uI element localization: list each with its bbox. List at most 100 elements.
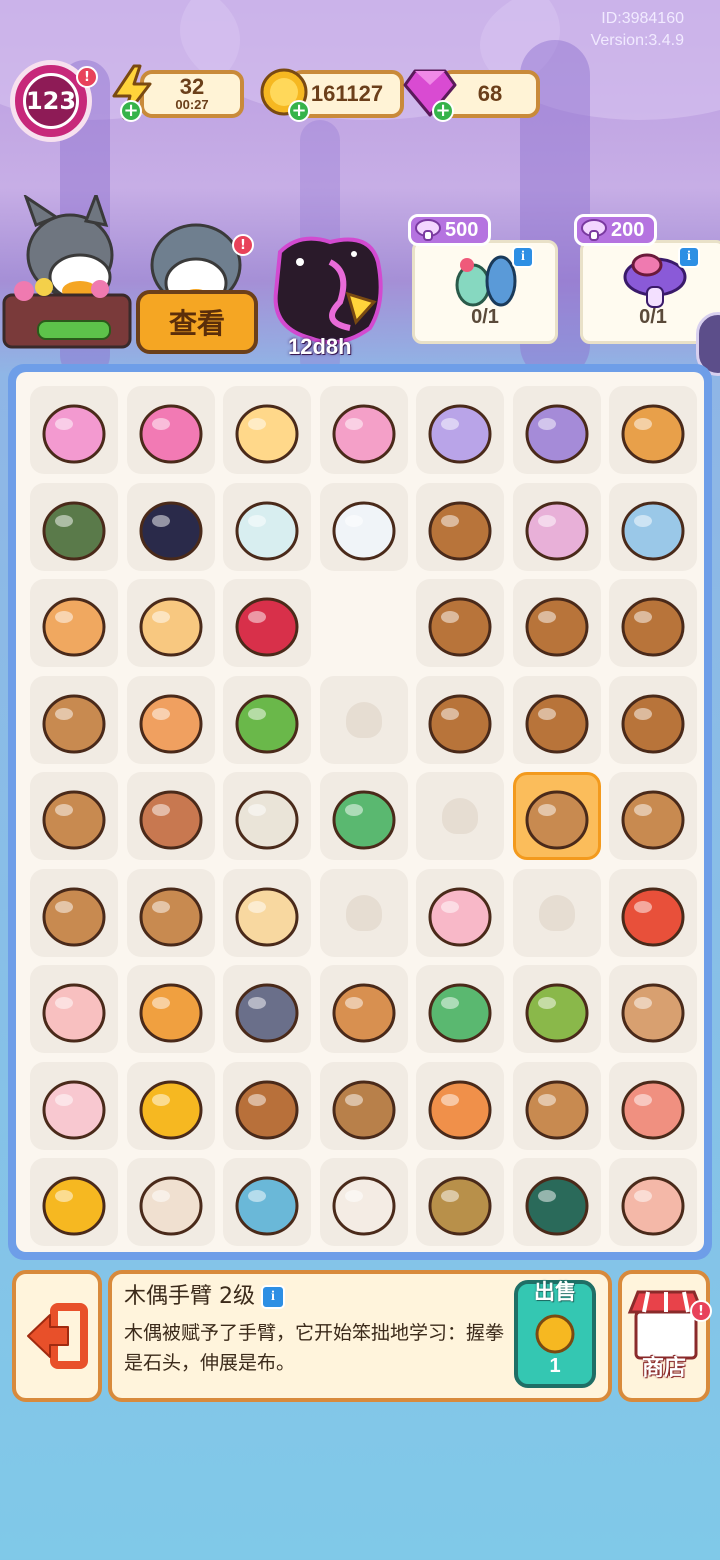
board-cell[interactable]	[223, 675, 311, 764]
board-cell[interactable]	[30, 1061, 118, 1150]
sweet-pancake-icon	[139, 597, 202, 657]
board-cell[interactable]	[223, 868, 311, 957]
board-cell[interactable]	[126, 1061, 215, 1150]
board-cell[interactable]	[319, 965, 408, 1053]
board-cell[interactable]	[609, 1158, 697, 1246]
board-cell[interactable]	[609, 965, 697, 1053]
duck-pink-dress-icon	[139, 404, 202, 464]
board-cell[interactable]	[416, 482, 504, 571]
board-cell[interactable]	[126, 868, 215, 957]
raccoon-bandit-icon	[235, 983, 299, 1043]
board-cell[interactable]	[319, 1061, 408, 1150]
board-cell[interactable]	[319, 675, 408, 764]
board-cell[interactable]	[126, 579, 215, 667]
board-cell[interactable]	[223, 1158, 311, 1246]
board-cell[interactable]	[126, 965, 215, 1053]
board-cell[interactable]	[126, 675, 215, 764]
wood-puppet-icon	[139, 887, 202, 946]
shop-button[interactable]	[618, 1270, 710, 1402]
shop-label: 商店	[641, 1356, 686, 1381]
board-cell[interactable]	[319, 386, 408, 474]
board-cell[interactable]	[609, 868, 697, 957]
board-cell[interactable]	[319, 868, 408, 957]
board-cell[interactable]	[126, 1158, 215, 1246]
board-cell[interactable]	[609, 386, 697, 474]
board-cell[interactable]	[512, 1061, 601, 1150]
wood-logs-icon	[621, 983, 685, 1043]
board-cell[interactable]	[416, 965, 504, 1053]
board-cell[interactable]	[30, 1158, 118, 1246]
board-cell[interactable]	[512, 675, 601, 764]
board-cell[interactable]	[223, 386, 311, 474]
board-cell[interactable]	[512, 386, 601, 474]
quest-info-icon-2[interactable]: i	[678, 246, 700, 268]
board-cell[interactable]	[126, 386, 215, 474]
board-cell[interactable]	[416, 868, 504, 957]
item-title: 木偶手臂 2级	[124, 1284, 255, 1309]
mushroom-icon	[415, 219, 441, 241]
board-cell[interactable]	[512, 1158, 601, 1246]
view-button[interactable]: 查看	[136, 290, 258, 354]
board-cell[interactable]	[512, 965, 601, 1053]
board-cell[interactable]	[320, 579, 408, 667]
board-cell[interactable]	[319, 482, 408, 571]
board-cell[interactable]	[30, 868, 118, 957]
board-cell[interactable]	[416, 386, 504, 474]
orange-mushroom-bush-icon	[428, 1080, 492, 1139]
puppet-stage-icon	[525, 694, 588, 753]
board-grid	[16, 372, 704, 1252]
event-card[interactable]	[270, 232, 386, 350]
board-cell[interactable]	[223, 482, 311, 571]
board-cell[interactable]	[319, 772, 408, 860]
board-cell[interactable]	[416, 772, 504, 860]
quest-card-1[interactable]: 0/1	[412, 240, 558, 344]
board-cell[interactable]	[223, 965, 311, 1053]
quest-cost-value-1: 500	[445, 218, 479, 241]
board-cell[interactable]	[416, 1061, 504, 1150]
item-info-icon[interactable]: i	[261, 1285, 285, 1309]
board-cell[interactable]	[609, 1061, 697, 1150]
board-cell[interactable]	[30, 482, 118, 571]
board-cell[interactable]	[30, 772, 118, 860]
board-cell[interactable]	[512, 482, 601, 571]
pink-smoke-bottle-icon	[525, 501, 588, 560]
add-energy-button[interactable]: +	[120, 100, 142, 122]
board-cell[interactable]	[609, 482, 697, 571]
add-coins-button[interactable]: +	[288, 100, 310, 122]
mushroom-stool-icon	[621, 887, 685, 946]
jam-cookies-icon	[139, 983, 202, 1043]
pink-cloud-sack-icon	[42, 404, 106, 464]
small-mushroom-icon	[139, 1176, 202, 1236]
board-cell[interactable]	[223, 1061, 311, 1150]
quest-info-icon-1[interactable]: i	[512, 246, 534, 268]
gem-value: 68	[477, 81, 503, 106]
board-cell[interactable]	[30, 965, 118, 1053]
board-cell[interactable]	[416, 675, 504, 764]
board-cell[interactable]	[512, 772, 601, 860]
puppet-stage-icon	[428, 501, 492, 560]
board-cell[interactable]	[609, 675, 697, 764]
board-cell[interactable]	[126, 482, 215, 571]
board-cell[interactable]	[512, 579, 601, 667]
board-cell[interactable]	[30, 675, 118, 764]
quest-progress-1: 0/1	[471, 306, 499, 328]
exit-button[interactable]	[12, 1270, 102, 1402]
board-cell[interactable]	[416, 579, 504, 667]
board-cell[interactable]	[30, 386, 118, 474]
board-cell[interactable]	[223, 579, 311, 667]
puppet-stage-icon	[525, 597, 588, 657]
board-cell[interactable]	[319, 1158, 408, 1246]
board-cell[interactable]	[416, 1158, 504, 1246]
coin-value: 161127	[310, 81, 384, 106]
level-alert-icon: !	[76, 66, 98, 88]
board-cell[interactable]	[609, 772, 697, 860]
pig-cat-pile-icon	[42, 983, 106, 1043]
board-cell[interactable]	[512, 868, 601, 957]
add-gems-button[interactable]: +	[432, 100, 454, 122]
board-cell[interactable]	[609, 579, 697, 667]
mossy-log-icon	[428, 1176, 492, 1236]
board-cell[interactable]	[126, 772, 215, 860]
board-cell[interactable]	[223, 772, 311, 860]
board-cell[interactable]	[30, 579, 118, 667]
white-mushroom-icon	[332, 1176, 395, 1236]
